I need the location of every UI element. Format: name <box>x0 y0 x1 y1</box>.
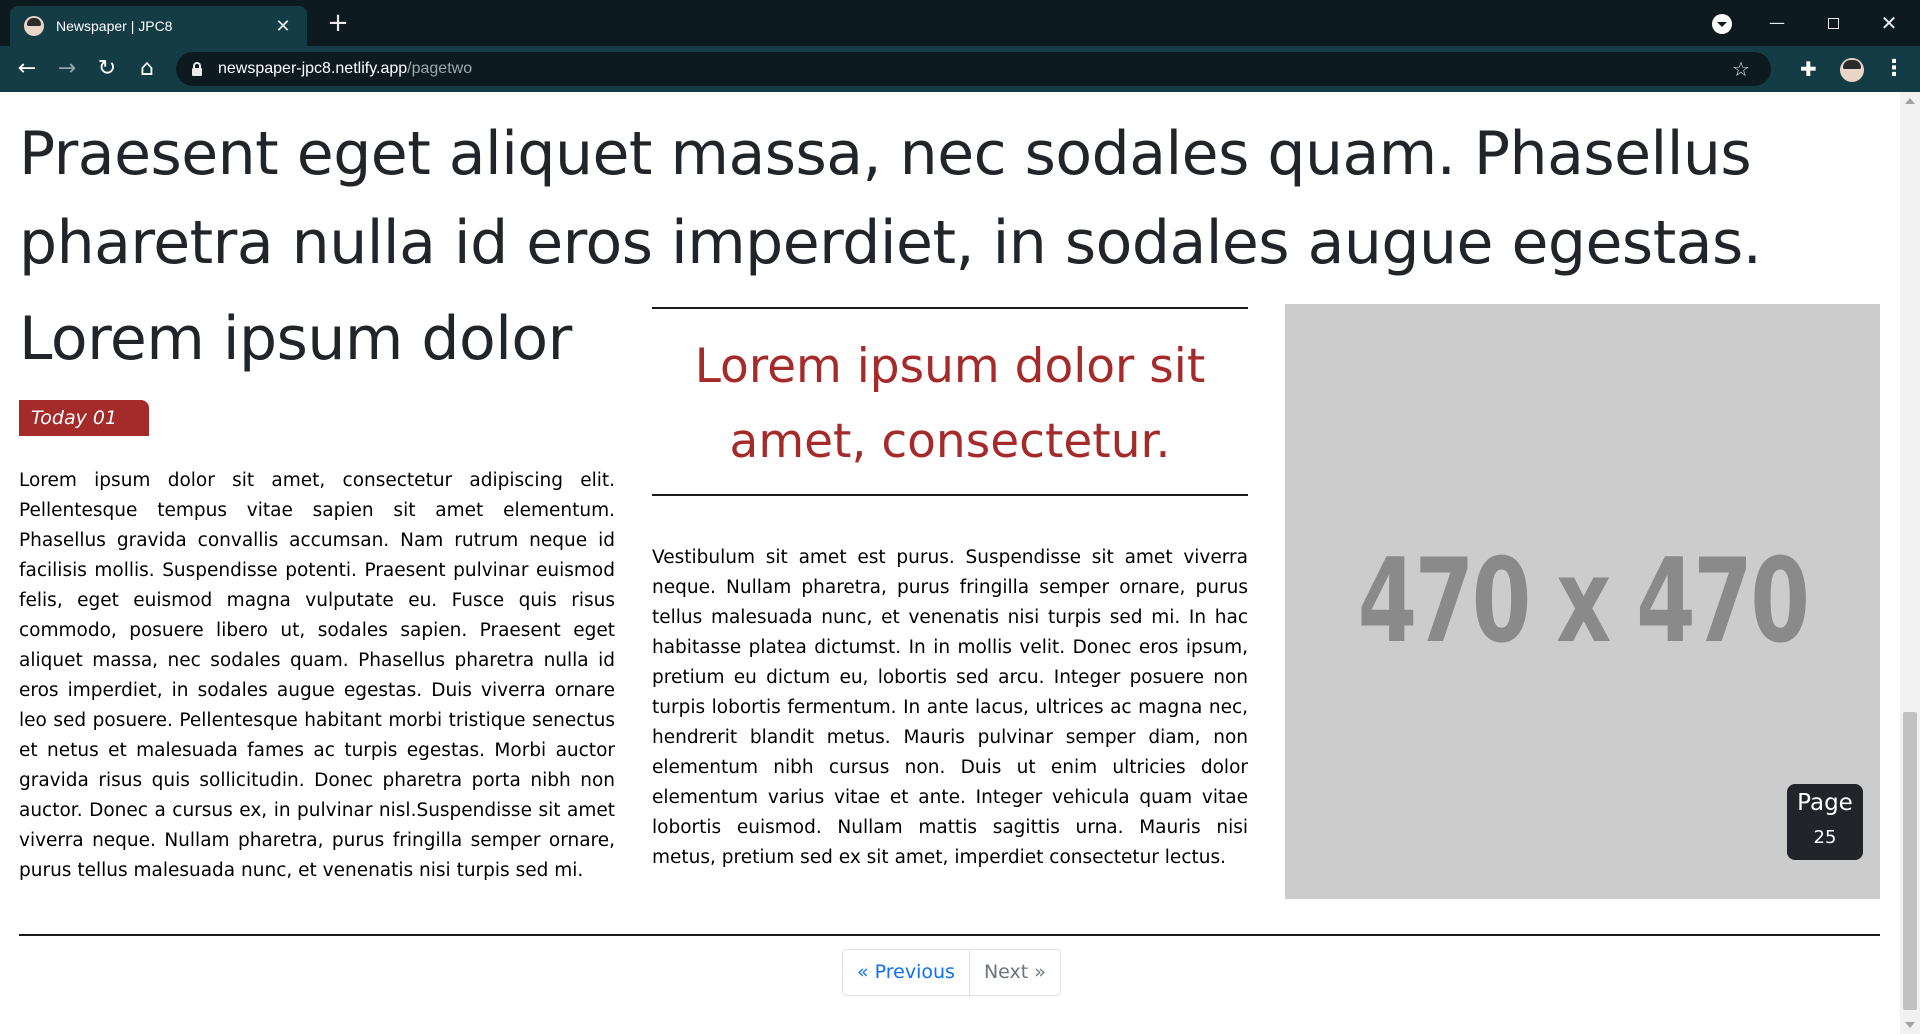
story-body: Lorem ipsum dolor sit amet, consectetur … <box>19 470 615 881</box>
bookmark-star-icon[interactable]: ☆ <box>1732 56 1750 82</box>
previous-page-link[interactable]: « Previous <box>843 950 970 995</box>
right-column: 470 x 470 Page 25 <box>1285 304 1880 899</box>
page-headline: Praesent eget aliquet massa, nec sodales… <box>19 119 1762 278</box>
middle-body: Vestibulum sit amet est purus. Suspendis… <box>652 547 1248 868</box>
placeholder-image-text: 470 x 470 <box>1357 534 1810 669</box>
page-label: Page <box>1797 790 1853 816</box>
date-badge: Today 01 <box>19 400 150 436</box>
back-icon[interactable]: ← <box>13 55 41 83</box>
url-text[interactable]: newspaper-jpc8.netlify.app/pagetwo <box>218 60 472 78</box>
tab-title: Newspaper | JPC8 <box>56 18 173 34</box>
vertical-scrollbar[interactable] <box>1900 92 1920 1034</box>
favicon-icon <box>24 16 44 36</box>
close-window-button[interactable]: ✕ <box>1874 8 1904 38</box>
scroll-down-arrow-icon[interactable] <box>1905 1022 1915 1028</box>
forward-icon[interactable]: → <box>53 55 81 83</box>
page-number-badge: Page 25 <box>1787 784 1863 860</box>
page-number: 25 <box>1813 827 1837 848</box>
address-bar[interactable]: newspaper-jpc8.netlify.app/pagetwo ☆ <box>176 52 1771 86</box>
lock-icon[interactable] <box>192 62 202 76</box>
pull-quote: Lorem ipsum dolor sit amet, consectetur. <box>694 339 1206 469</box>
home-icon[interactable]: ⌂ <box>133 55 161 83</box>
url-path: /pagetwo <box>407 60 473 77</box>
page-viewport: Praesent eget aliquet massa, nec sodales… <box>0 92 1900 1034</box>
tab-strip: Newspaper | JPC8 ✕ + — ✕ <box>0 0 1920 46</box>
next-page-link[interactable]: Next » <box>970 950 1060 995</box>
tab-search-icon[interactable] <box>1712 14 1732 34</box>
url-host: newspaper-jpc8.netlify.app <box>218 60 408 77</box>
restore-icon <box>1827 18 1839 29</box>
scroll-up-arrow-icon[interactable] <box>1905 98 1915 104</box>
pagination: « Previous Next » <box>842 949 1061 996</box>
profile-avatar-icon[interactable] <box>1840 58 1864 82</box>
scrollbar-thumb[interactable] <box>1903 712 1917 1010</box>
maximize-button[interactable] <box>1818 8 1848 38</box>
browser-toolbar: ← → ↻ ⌂ newspaper-jpc8.netlify.app/paget… <box>0 46 1920 92</box>
divider-bottom <box>652 494 1248 496</box>
reload-icon[interactable]: ↻ <box>93 55 121 83</box>
browser-tab[interactable]: Newspaper | JPC8 ✕ <box>10 6 307 46</box>
minimize-button[interactable]: — <box>1762 8 1792 38</box>
menu-dots-icon[interactable]: ⋮ <box>1883 58 1905 80</box>
extensions-icon[interactable]: ✚ <box>1800 56 1817 82</box>
middle-column: Lorem ipsum dolor sit amet, consectetur.… <box>652 304 1248 873</box>
left-column: Lorem ipsum dolor Today 01 Lorem ipsum d… <box>19 304 615 886</box>
placeholder-image: 470 x 470 Page 25 <box>1285 304 1880 899</box>
footer-divider <box>19 934 1880 936</box>
story-title: Lorem ipsum dolor <box>19 304 572 374</box>
new-tab-button[interactable]: + <box>324 10 352 38</box>
tab-close-icon[interactable]: ✕ <box>273 16 293 37</box>
